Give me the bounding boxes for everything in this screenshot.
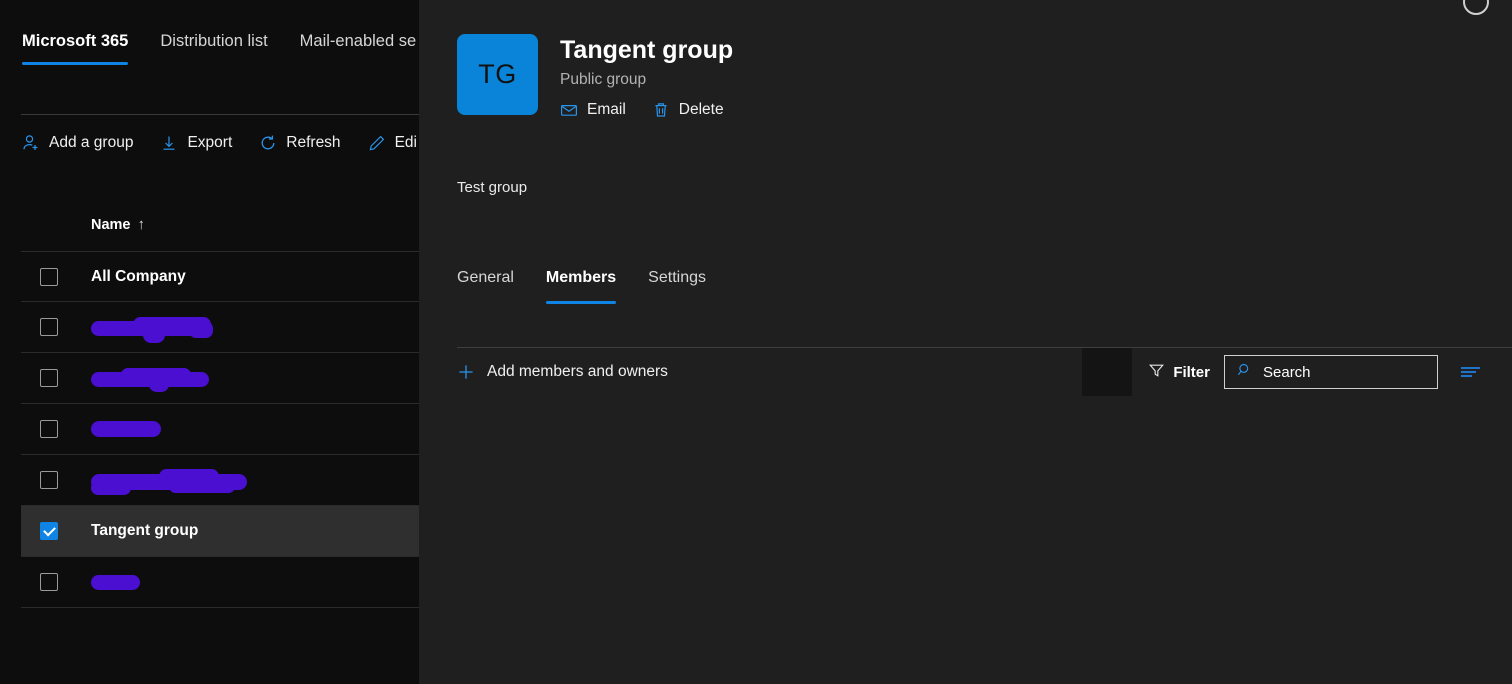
sort-ascending-icon: ↑ bbox=[137, 216, 146, 233]
table-row[interactable] bbox=[21, 302, 419, 353]
panel-tab-active-underline bbox=[545, 301, 617, 304]
export-button[interactable]: Export bbox=[160, 134, 245, 152]
column-header-name[interactable]: Name ↑ bbox=[91, 216, 145, 233]
groups-table: All Company Tangent group bbox=[21, 251, 419, 608]
filter-label: Filter bbox=[1173, 363, 1210, 381]
tab-members[interactable]: Members bbox=[530, 265, 632, 304]
tab-general[interactable]: General bbox=[457, 265, 530, 291]
panel-tab-label: General bbox=[457, 269, 514, 286]
delete-button[interactable]: Delete bbox=[652, 101, 724, 119]
refresh-button[interactable]: Refresh bbox=[259, 134, 353, 152]
avatar-initials: TG bbox=[478, 59, 517, 89]
group-name: All Company bbox=[91, 267, 186, 285]
column-header-label: Name bbox=[91, 216, 131, 233]
page-title: Tangent group bbox=[560, 36, 734, 64]
panel-tab-label: Members bbox=[545, 269, 617, 286]
mail-icon bbox=[560, 101, 578, 119]
panel-header-meta: Tangent group Public group Email Delete bbox=[560, 34, 733, 119]
members-toolbar: Add members and owners Filter Search bbox=[457, 348, 1512, 396]
group-name: Tangent group bbox=[91, 522, 199, 539]
tab-label: Microsoft 365 bbox=[22, 32, 129, 50]
add-members-and-owners-button[interactable]: Add members and owners bbox=[457, 363, 668, 381]
row-checkbox[interactable] bbox=[40, 267, 58, 286]
table-row[interactable] bbox=[21, 455, 419, 506]
app-window: Microsoft 365 Distribution list Mail-ena… bbox=[0, 0, 1512, 684]
panel-actions: Email Delete bbox=[560, 101, 733, 119]
action-label: Delete bbox=[678, 101, 724, 118]
pencil-icon bbox=[368, 134, 386, 152]
add-user-icon bbox=[22, 134, 40, 152]
table-row[interactable]: All Company bbox=[21, 251, 419, 302]
groups-command-bar: Add a group Export Refresh Edi bbox=[22, 126, 444, 160]
row-checkbox[interactable] bbox=[40, 420, 58, 438]
command-label: Add a group bbox=[49, 134, 134, 151]
group-details-panel: TG Tangent group Public group Email Dele… bbox=[419, 0, 1512, 684]
download-icon bbox=[160, 134, 178, 152]
row-checkbox[interactable] bbox=[40, 522, 58, 540]
filter-icon bbox=[1148, 362, 1165, 383]
table-row[interactable] bbox=[21, 353, 419, 404]
toolbar-placeholder-box bbox=[1082, 348, 1133, 396]
plus-icon bbox=[457, 363, 475, 381]
search-icon bbox=[1237, 362, 1253, 383]
command-label: Refresh bbox=[286, 134, 341, 151]
toolbar-divider bbox=[21, 114, 419, 115]
group-privacy-label: Public group bbox=[560, 71, 647, 88]
add-a-group-button[interactable]: Add a group bbox=[22, 134, 146, 152]
list-options-icon[interactable] bbox=[1460, 364, 1482, 380]
search-placeholder: Search bbox=[1263, 363, 1311, 381]
tab-label: Distribution list bbox=[160, 32, 268, 50]
command-label: Export bbox=[187, 134, 233, 151]
panel-tab-label: Settings bbox=[648, 269, 706, 286]
action-label: Email bbox=[587, 101, 626, 118]
tab-microsoft-365[interactable]: Microsoft 365 bbox=[0, 30, 144, 76]
row-checkbox[interactable] bbox=[40, 573, 58, 591]
tab-active-underline bbox=[22, 62, 129, 65]
table-row[interactable] bbox=[21, 557, 419, 608]
group-description: Test group bbox=[457, 179, 528, 196]
close-icon[interactable] bbox=[1463, 0, 1489, 15]
search-input[interactable]: Search bbox=[1224, 355, 1438, 389]
tab-distribution-list[interactable]: Distribution list bbox=[144, 30, 283, 76]
row-checkbox[interactable] bbox=[40, 471, 58, 489]
tab-settings[interactable]: Settings bbox=[632, 265, 722, 291]
table-row[interactable]: Tangent group bbox=[21, 506, 419, 557]
table-row[interactable] bbox=[21, 404, 419, 455]
tab-label: Mail-enabled se bbox=[299, 32, 417, 50]
row-checkbox[interactable] bbox=[40, 318, 58, 336]
filter-button[interactable]: Filter bbox=[1148, 362, 1210, 383]
avatar: TG bbox=[457, 34, 538, 115]
refresh-icon bbox=[259, 134, 277, 152]
toolbar-label: Add members and owners bbox=[487, 363, 668, 380]
panel-tabs: General Members Settings bbox=[457, 265, 722, 304]
email-button[interactable]: Email bbox=[560, 101, 626, 119]
command-label: Edi bbox=[394, 134, 417, 151]
tab-mail-enabled-security[interactable]: Mail-enabled se bbox=[284, 30, 432, 76]
row-checkbox[interactable] bbox=[40, 369, 58, 387]
panel-header: TG Tangent group Public group Email Dele… bbox=[457, 34, 733, 119]
trash-icon bbox=[652, 101, 670, 119]
